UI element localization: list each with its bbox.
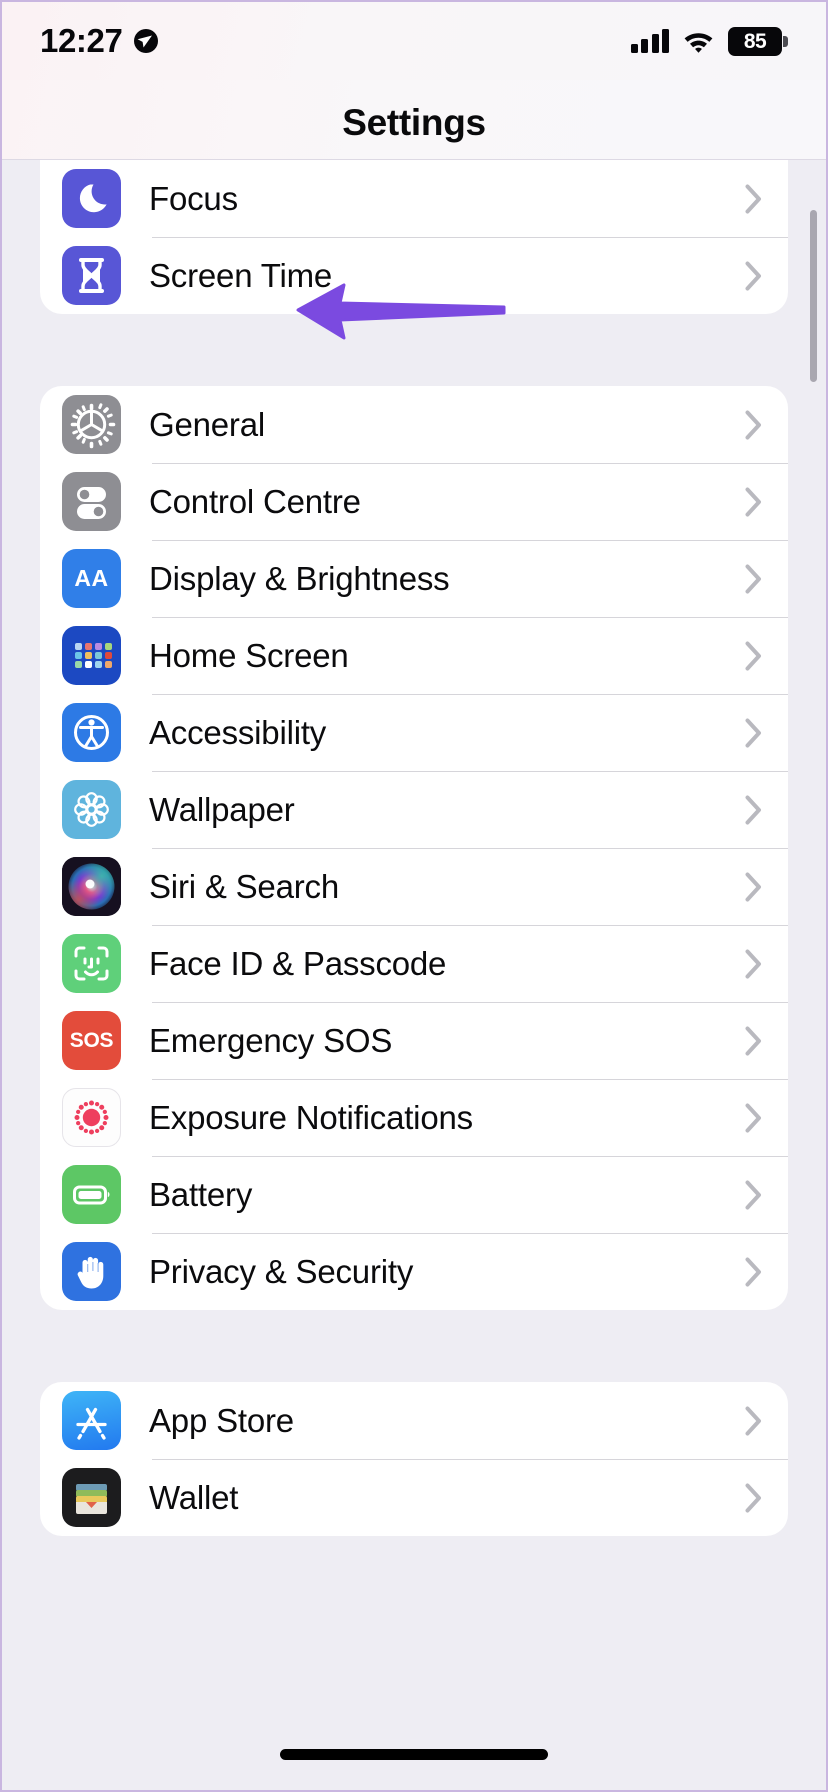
chevron-right-icon (745, 718, 762, 748)
settings-row-label: Accessibility (149, 713, 327, 751)
page-title: Settings (342, 102, 486, 143)
face-id-icon (62, 934, 121, 993)
status-bar-left: 12:27 (40, 22, 159, 60)
settings-row-label: Control Centre (149, 482, 361, 520)
settings-row-focus[interactable]: Focus (40, 160, 788, 237)
aa-text-size-icon: AA (62, 549, 121, 608)
settings-row-wallpaper[interactable]: Wallpaper (40, 771, 788, 848)
chevron-right-icon (745, 795, 762, 825)
flower-mandala-icon (62, 780, 121, 839)
aa-glyph: AA (74, 565, 109, 591)
status-bar: 12:27 85 (2, 2, 826, 80)
settings-row-display-brightness[interactable]: AA Display & Brightness (40, 540, 788, 617)
battery-status-indicator: 85 (728, 26, 788, 56)
settings-row-accessibility[interactable]: Accessibility (40, 694, 788, 771)
settings-row-wallet[interactable]: Wallet (40, 1459, 788, 1536)
chevron-right-icon (745, 1103, 762, 1133)
moon-icon (62, 169, 121, 228)
settings-row-screen-time[interactable]: Screen Time (40, 237, 788, 314)
chevron-right-icon (745, 1406, 762, 1436)
battery-percent-label: 85 (743, 29, 767, 53)
status-bar-right: 85 (630, 26, 788, 56)
settings-row-control-centre[interactable]: Control Centre (40, 463, 788, 540)
sos-glyph: SOS (69, 1028, 114, 1052)
settings-row-label: Emergency SOS (149, 1021, 393, 1059)
cellular-signal-icon (630, 29, 669, 53)
status-time: 12:27 (40, 22, 123, 59)
settings-row-privacy-security[interactable]: Privacy & Security (40, 1233, 788, 1310)
chevron-right-icon (745, 1180, 762, 1210)
chevron-right-icon (745, 564, 762, 594)
iphone-settings-screen: 12:27 85 Settings Focus Screen Time Gene… (2, 2, 826, 1790)
location-arrow-icon (133, 28, 159, 54)
settings-row-siri-search[interactable]: Siri & Search (40, 848, 788, 925)
chevron-right-icon (745, 1026, 762, 1056)
wallet-icon (62, 1468, 121, 1527)
battery-icon (62, 1165, 121, 1224)
settings-row-label: Home Screen (149, 636, 349, 674)
settings-row-label: Wallpaper (149, 790, 295, 828)
hourglass-icon (62, 246, 121, 305)
chevron-right-icon (745, 872, 762, 902)
hand-raised-icon (62, 1242, 121, 1301)
accessibility-person-icon (62, 703, 121, 762)
navigation-bar: Settings (2, 80, 826, 160)
chevron-right-icon (745, 487, 762, 517)
settings-scroll-area[interactable]: Focus Screen Time General Control Centre… (2, 160, 826, 1718)
chevron-right-icon (745, 1483, 762, 1513)
chevron-right-icon (745, 641, 762, 671)
settings-row-battery[interactable]: Battery (40, 1156, 788, 1233)
sos-icon: SOS (62, 1011, 121, 1070)
chevron-right-icon (745, 184, 762, 214)
settings-row-label: Screen Time (149, 256, 333, 294)
chevron-right-icon (745, 1257, 762, 1287)
settings-row-label: Privacy & Security (149, 1252, 414, 1290)
app-grid-icon (62, 626, 121, 685)
settings-row-label: Siri & Search (149, 867, 339, 905)
settings-row-label: Focus (149, 179, 238, 217)
settings-row-label: Battery (149, 1175, 253, 1213)
gear-icon (62, 395, 121, 454)
app-store-icon (62, 1391, 121, 1450)
settings-row-label: Face ID & Passcode (149, 944, 447, 982)
settings-row-label: Display & Brightness (149, 559, 450, 597)
wifi-icon (682, 29, 715, 54)
settings-row-emergency-sos[interactable]: SOS Emergency SOS (40, 1002, 788, 1079)
chevron-right-icon (745, 410, 762, 440)
home-indicator[interactable] (280, 1748, 548, 1760)
settings-group-store: App Store Wallet (40, 1382, 788, 1536)
settings-row-label: App Store (149, 1401, 294, 1439)
settings-row-app-store[interactable]: App Store (40, 1382, 788, 1459)
vertical-scrollbar[interactable] (810, 210, 817, 382)
toggles-icon (62, 472, 121, 531)
settings-row-face-id-passcode[interactable]: Face ID & Passcode (40, 925, 788, 1002)
settings-group-system: General Control Centre AA Display & Brig… (40, 386, 788, 1310)
settings-row-general[interactable]: General (40, 386, 788, 463)
exposure-dots-icon (62, 1088, 121, 1147)
settings-row-label: Wallet (149, 1478, 239, 1516)
settings-row-label: Exposure Notifications (149, 1098, 473, 1136)
chevron-right-icon (745, 949, 762, 979)
chevron-right-icon (745, 261, 762, 291)
home-indicator-area (2, 1718, 826, 1790)
settings-row-exposure-notifications[interactable]: Exposure Notifications (40, 1079, 788, 1156)
settings-group-focus: Focus Screen Time (40, 160, 788, 314)
settings-row-label: General (149, 405, 266, 443)
settings-row-home-screen[interactable]: Home Screen (40, 617, 788, 694)
siri-orb-icon (62, 857, 121, 916)
